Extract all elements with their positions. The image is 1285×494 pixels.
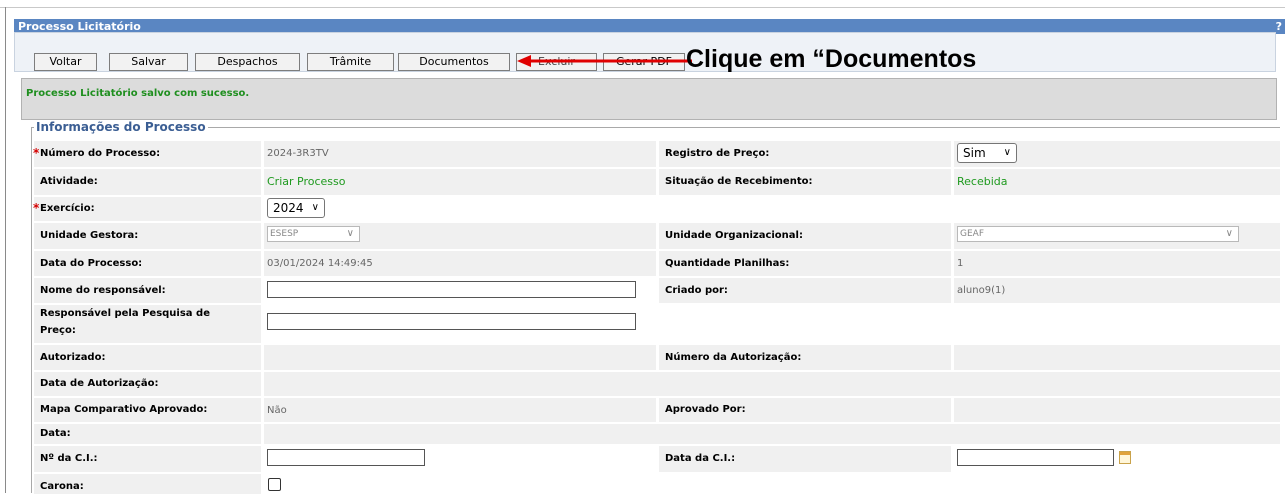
documentos-button[interactable]: Documentos	[398, 53, 510, 71]
carona-checkbox[interactable]	[268, 478, 281, 491]
autorizado-label: Autorizado:	[34, 345, 261, 370]
data-autorizacao-label: Data de Autorização:	[34, 372, 261, 396]
voltar-button[interactable]: Voltar	[34, 53, 97, 71]
row-responsavel-pesquisa: Responsável pela Pesquisa de Preço:	[34, 305, 1280, 343]
success-message: Processo Licitatório salvo com sucesso.	[26, 88, 250, 99]
criado-por-label: Criado por:	[659, 278, 951, 303]
situacao-recebimento-value: Recebida	[957, 175, 1008, 188]
numero-ci-input[interactable]	[267, 449, 425, 466]
fieldset-border-top	[31, 127, 1280, 128]
unidade-organizacional-label: Unidade Organizacional:	[659, 223, 951, 249]
chevron-down-icon: ∨	[346, 228, 354, 239]
unidade-gestora-value-cell: ESESP ∨	[264, 223, 656, 249]
exercicio-value-cell: 2024 ∨	[264, 197, 1280, 221]
quantidade-planilhas-value-cell: 1	[954, 251, 1280, 276]
help-icon[interactable]: ?	[1276, 19, 1282, 34]
mapa-comparativo-value-cell: Não	[264, 398, 656, 422]
row-autorizado: Autorizado: Número da Autorização:	[34, 345, 1280, 370]
numero-processo-value: 2024-3R3TV	[267, 148, 329, 159]
row-carona: Carona:	[34, 474, 1280, 494]
situacao-recebimento-label: Situação de Recebimento:	[659, 169, 951, 195]
row-data: Data:	[34, 424, 1280, 444]
numero-processo-value-cell: 2024-3R3TV	[264, 141, 656, 167]
numero-ci-value-cell	[264, 446, 656, 472]
page-left-border	[5, 7, 6, 493]
row-atividade: Atividade: Criar Processo Situação de Re…	[34, 169, 1280, 195]
mapa-comparativo-value: Não	[267, 405, 287, 416]
responsavel-pesquisa-label: Responsável pela Pesquisa de Preço:	[34, 305, 261, 343]
calendar-icon[interactable]	[1119, 451, 1131, 464]
mapa-comparativo-label: Mapa Comparativo Aprovado:	[34, 398, 261, 422]
required-marker: *	[33, 201, 40, 215]
numero-autorizacao-value-cell	[954, 345, 1280, 370]
responsavel-pesquisa-input[interactable]	[267, 313, 636, 330]
row-exercicio: * Exercício: 2024 ∨	[33, 197, 1280, 221]
situacao-recebimento-value-cell: Recebida	[954, 169, 1280, 195]
data-ci-input[interactable]	[957, 449, 1114, 466]
numero-ci-label: Nº da C.I.:	[34, 446, 261, 472]
row-data-processo: Data do Processo: 03/01/2024 14:49:45 Qu…	[34, 251, 1280, 276]
chevron-down-icon: ∨	[1225, 228, 1233, 239]
carona-value-cell	[264, 474, 1280, 494]
atividade-value: Criar Processo	[267, 175, 346, 188]
salvar-button[interactable]: Salvar	[109, 53, 188, 71]
quantidade-planilhas-label: Quantidade Planilhas:	[659, 251, 951, 276]
exercicio-label: * Exercício:	[33, 197, 261, 221]
row-mapa-comparativo: Mapa Comparativo Aprovado: Não Aprovado …	[34, 398, 1280, 422]
chevron-down-icon: ∨	[1003, 147, 1011, 158]
registro-preco-label: Registro de Preço:	[659, 141, 951, 167]
nome-responsavel-label: Nome do responsável:	[34, 278, 261, 303]
page-top-border	[0, 7, 1285, 8]
chevron-down-icon: ∨	[311, 202, 319, 213]
data-autorizacao-value-cell	[264, 372, 1280, 396]
quantidade-planilhas-value: 1	[957, 258, 964, 269]
unidade-gestora-label: Unidade Gestora:	[34, 223, 261, 249]
aprovado-por-label: Aprovado Por:	[659, 398, 951, 422]
unidade-organizacional-select[interactable]: GEAF ∨	[957, 226, 1239, 242]
section-legend: Informações do Processo	[34, 120, 208, 134]
data-value-cell	[264, 424, 1280, 444]
row-unidade-gestora: Unidade Gestora: ESESP ∨ Unidade Organiz…	[34, 223, 1280, 249]
tramite-button[interactable]: Trâmite	[307, 53, 394, 71]
numero-autorizacao-label: Número da Autorização:	[659, 345, 951, 370]
row-numero-ci: Nº da C.I.: Data da C.I.:	[34, 446, 1280, 472]
nome-responsavel-value-cell	[264, 278, 656, 303]
autorizado-value-cell	[264, 345, 656, 370]
exercicio-select[interactable]: 2024 ∨	[267, 198, 325, 218]
required-marker: *	[33, 146, 40, 160]
carona-label: Carona:	[34, 474, 261, 494]
data-ci-label: Data da C.I.:	[659, 446, 951, 472]
data-processo-label: Data do Processo:	[34, 251, 261, 276]
nome-responsavel-input[interactable]	[267, 281, 636, 298]
unidade-organizacional-value-cell: GEAF ∨	[954, 223, 1280, 249]
row-data-autorizacao: Data de Autorização:	[34, 372, 1280, 396]
row-numero-processo: * Número do Processo: 2024-3R3TV Registr…	[33, 141, 1280, 167]
data-processo-value: 03/01/2024 14:49:45	[267, 258, 373, 269]
atividade-value-cell: Criar Processo	[264, 169, 656, 195]
fieldset-border-left	[31, 127, 32, 493]
registro-preco-value-cell: Sim ∨	[954, 141, 1280, 167]
registro-preco-select[interactable]: Sim ∨	[957, 143, 1017, 163]
numero-processo-label: * Número do Processo:	[33, 141, 261, 167]
unidade-gestora-select[interactable]: ESESP ∨	[267, 226, 360, 242]
data-label: Data:	[34, 424, 261, 444]
row-nome-responsavel: Nome do responsável: Criado por: aluno9(…	[34, 278, 1280, 303]
data-ci-value-cell	[954, 446, 1280, 472]
despachos-button[interactable]: Despachos	[195, 53, 300, 71]
instruction-callout: Clique em “Documentos	[686, 45, 977, 73]
criado-por-value: aluno9(1)	[957, 285, 1006, 296]
criado-por-value-cell: aluno9(1)	[954, 278, 1280, 303]
status-message-box: Processo Licitatório salvo com sucesso.	[21, 78, 1277, 120]
atividade-label: Atividade:	[34, 169, 261, 195]
data-processo-value-cell: 03/01/2024 14:49:45	[264, 251, 656, 276]
red-arrow-left-icon	[517, 55, 692, 67]
responsavel-pesquisa-value-cell	[264, 305, 1280, 343]
aprovado-por-value-cell	[954, 398, 1280, 422]
